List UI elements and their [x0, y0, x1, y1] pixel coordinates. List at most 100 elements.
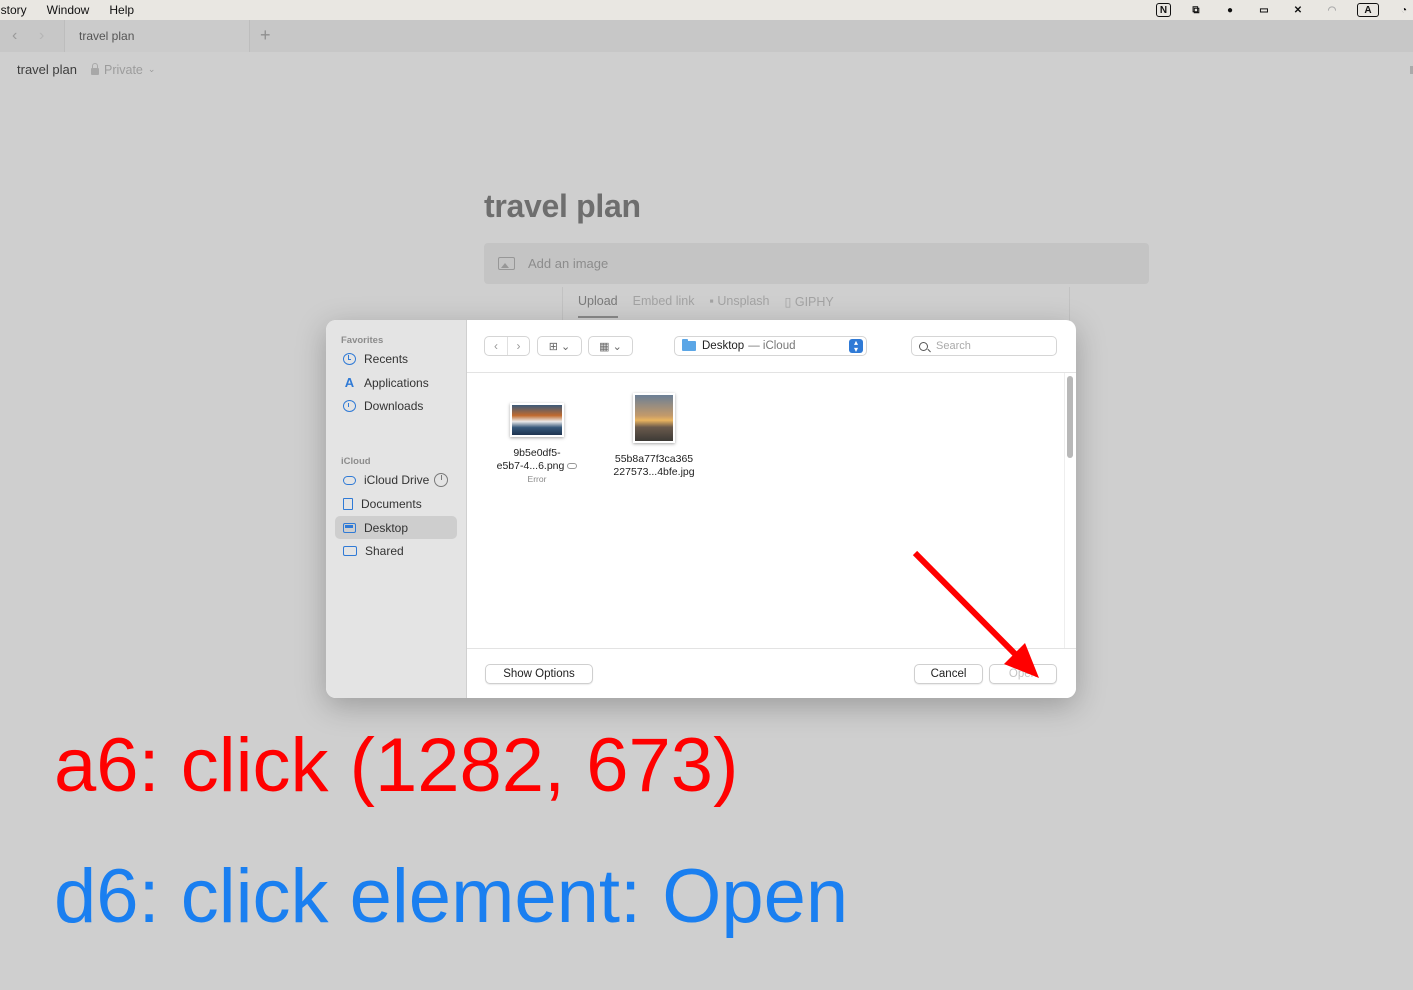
group-grid-icon: ▦	[599, 340, 610, 353]
tab-embed-link[interactable]: Embed link	[633, 294, 695, 321]
clock-icon	[343, 352, 356, 365]
add-image-button[interactable]: Add an image	[484, 243, 1149, 284]
privacy-label: Private	[103, 62, 143, 77]
menu-help[interactable]: Help	[109, 3, 134, 17]
file-item[interactable]: 55b8a77f3ca365 227573...4bfe.jpg	[604, 393, 704, 479]
sidebar-item-shared[interactable]: Shared	[335, 539, 457, 562]
action-annotation: a6: click (1282, 673)	[54, 723, 739, 808]
chevron-down-icon: ⌄	[612, 340, 622, 353]
tab-unsplash-label: Unsplash	[717, 294, 770, 308]
cloud-download-icon	[567, 463, 578, 470]
tab-giphy[interactable]: ▯ GIPHY	[785, 294, 834, 321]
dialog-footer: Show Options Cancel Open	[467, 648, 1076, 698]
add-image-label: Add an image	[528, 256, 609, 271]
image-icon	[498, 257, 515, 270]
file-thumbnail	[633, 393, 675, 443]
favorites-heading: Favorites	[341, 335, 384, 346]
search-field[interactable]: Search	[911, 336, 1057, 356]
scrollbar-track	[1064, 373, 1076, 648]
file-item[interactable]: 9b5e0df5- e5b7-4...6.png Error	[487, 393, 587, 486]
mute-icon[interactable]: ✕	[1289, 3, 1307, 17]
file-status: Error	[527, 474, 547, 484]
sidebar-item-recents[interactable]: Recents	[335, 347, 457, 370]
search-icon	[919, 341, 928, 351]
icloud-heading: iCloud	[341, 456, 371, 467]
search-placeholder: Search	[936, 340, 971, 352]
cloud-icon	[343, 476, 356, 485]
privacy-selector[interactable]: Private ⌄	[90, 62, 156, 77]
menu-bar: istory Window Help N ⧉ ● ▭ ✕ ◠ A ◔	[0, 0, 1413, 20]
tab-upload[interactable]: Upload	[578, 294, 618, 318]
cancel-button[interactable]: Cancel	[914, 664, 983, 684]
file-name-line2: 227573...4bfe.jpg	[613, 466, 695, 478]
giphy-icon: ▯	[784, 295, 795, 309]
group-by-button[interactable]: ▦ ⌄	[588, 336, 633, 356]
view-mode-button[interactable]: ⊞ ⌄	[537, 336, 582, 356]
sidebar-item-label: Shared	[365, 543, 404, 558]
sync-progress-icon	[434, 472, 449, 487]
chevron-right-icon: ›	[516, 339, 521, 353]
sidebar-item-documents[interactable]: Documents	[335, 492, 457, 515]
shared-folder-icon	[343, 545, 357, 556]
file-open-dialog: Favorites Recents A Applications Downloa…	[326, 320, 1076, 698]
grammarly-icon[interactable]: ●	[1221, 3, 1239, 17]
forward-button[interactable]: ›	[507, 337, 529, 355]
menu-history[interactable]: istory	[0, 3, 27, 17]
breadcrumb-title[interactable]: travel plan	[17, 62, 77, 77]
grid-icon: ⊞	[548, 340, 558, 353]
folder-icon	[682, 339, 696, 351]
location-folder: Desktop	[702, 340, 745, 352]
sidebar-item-applications[interactable]: A Applications	[335, 371, 457, 394]
open-button[interactable]: Open	[989, 664, 1057, 684]
sidebar-item-icloud-drive[interactable]: iCloud Drive	[335, 468, 457, 491]
screen-record-icon[interactable]: ⧉	[1187, 3, 1205, 17]
dialog-sidebar: Favorites Recents A Applications Downloa…	[326, 320, 467, 698]
scrollbar-thumb[interactable]	[1067, 376, 1073, 458]
new-tab-icon[interactable]: +	[260, 25, 271, 46]
sidebar-item-label: Desktop	[364, 520, 409, 535]
chevron-down-icon: ⌄	[147, 64, 156, 74]
updown-chevron-icon: ▴ ▾	[849, 339, 863, 354]
file-thumbnail	[510, 403, 564, 437]
nav-buttons: ‹ ›	[484, 336, 530, 356]
tab-unsplash[interactable]: ▪ Unsplash	[709, 294, 769, 321]
applications-icon: A	[344, 374, 355, 390]
file-name-line1: 9b5e0df5-	[513, 447, 561, 459]
download-icon	[343, 399, 356, 412]
sidebar-item-label: Applications	[364, 375, 429, 390]
file-name-line2: e5b7-4...6.png	[496, 460, 565, 472]
desktop-icon	[343, 522, 356, 533]
description-annotation: d6: click element: Open	[54, 854, 849, 939]
sidebar-item-label: Recents	[364, 351, 409, 366]
tab-giphy-label: GIPHY	[794, 295, 834, 309]
sidebar-item-label: Documents	[361, 496, 422, 511]
sidebar-item-label: Downloads	[364, 398, 424, 413]
notion-icon[interactable]: N	[1156, 3, 1171, 17]
breadcrumb: travel plan Private ⌄	[17, 62, 155, 77]
upload-tabs: Upload Embed link ▪ Unsplash ▯ GIPHY	[562, 287, 1070, 321]
wifi-icon[interactable]: ◔	[1395, 3, 1413, 17]
browser-tab[interactable]: travel plan	[64, 20, 250, 52]
back-arrow-icon[interactable]: ‹	[12, 27, 17, 45]
display-icon[interactable]: ▭	[1255, 3, 1273, 17]
airdrop-icon[interactable]: ◠	[1323, 3, 1341, 17]
tab-bar: ‹ › travel plan +	[0, 20, 1413, 52]
show-options-button[interactable]: Show Options	[485, 664, 593, 684]
forward-arrow-icon[interactable]: ›	[39, 27, 44, 45]
location-sub: — iCloud	[748, 340, 796, 352]
location-selector[interactable]: Desktop — iCloud ▴ ▾	[674, 336, 867, 356]
status-icons: N ⧉ ● ▭ ✕ ◠ A ◔	[1140, 0, 1413, 20]
page-title: travel plan	[484, 188, 641, 224]
menu-window[interactable]: Window	[47, 3, 90, 17]
back-button[interactable]: ‹	[485, 337, 507, 355]
file-browser: 9b5e0df5- e5b7-4...6.png Error 55b8a77f3…	[467, 373, 1076, 648]
dialog-toolbar: ‹ › ⊞ ⌄ ▦ ⌄ Desktop — iCloud ▴ ▾ Search	[467, 320, 1076, 373]
file-name-line1: 55b8a77f3ca365	[614, 453, 694, 465]
input-source-icon[interactable]: A	[1357, 3, 1379, 17]
sidebar-item-downloads[interactable]: Downloads	[335, 394, 457, 417]
sidebar-item-desktop[interactable]: Desktop	[335, 516, 457, 539]
lock-icon	[90, 62, 99, 75]
chevron-left-icon: ‹	[494, 339, 498, 353]
document-icon	[343, 497, 353, 510]
sidebar-item-label: iCloud Drive	[364, 472, 430, 487]
